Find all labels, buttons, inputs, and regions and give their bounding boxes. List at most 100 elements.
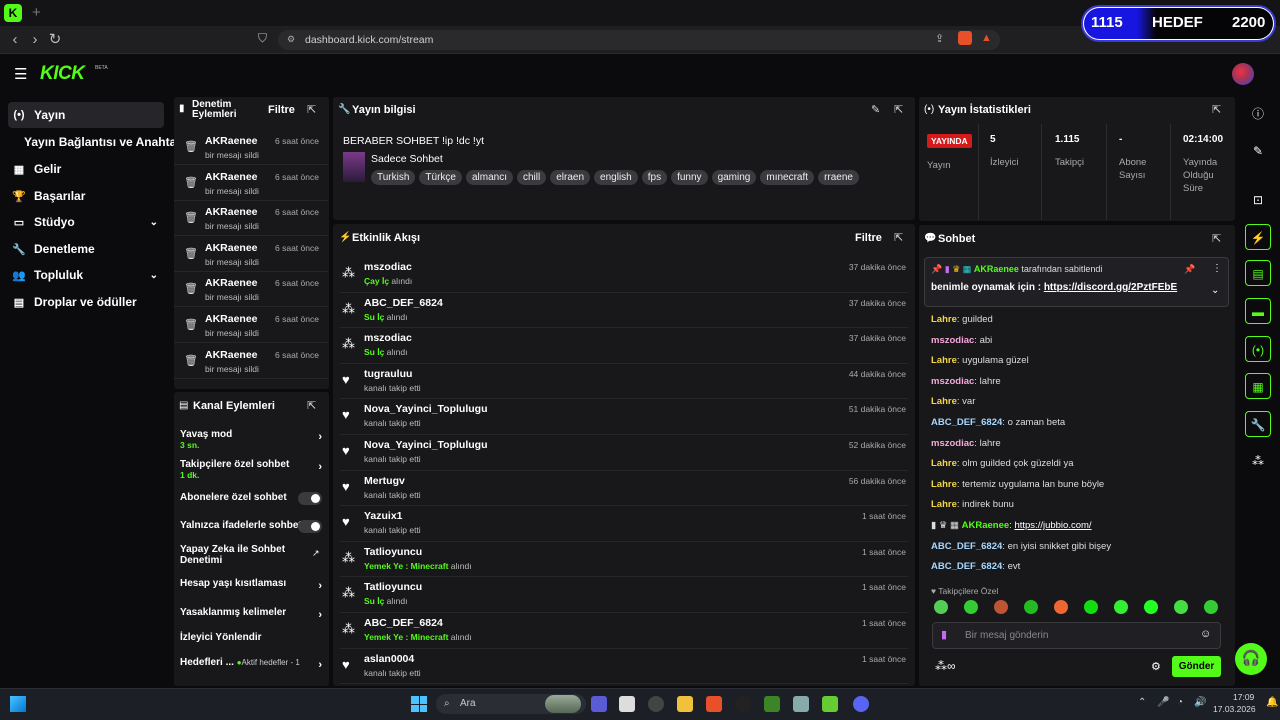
sub-chat-toggle[interactable]	[298, 492, 322, 505]
clock-time[interactable]: 17:09	[1233, 692, 1254, 702]
event-username[interactable]: Yazuix1	[364, 510, 403, 522]
external-link-icon[interactable]: ↗	[312, 548, 320, 559]
tag-chip[interactable]: english	[594, 170, 638, 185]
tag-chip[interactable]: mınecraft	[760, 170, 815, 185]
chat-username[interactable]: Lahre	[931, 479, 957, 490]
widgets-icon[interactable]	[10, 696, 26, 712]
moderator-name[interactable]: AKRaenee	[205, 171, 258, 183]
emote-chat-toggle[interactable]	[298, 520, 322, 533]
moderation-row[interactable]: 🗑 AKRaenee 6 saat önce bir mesajı sildi	[174, 309, 328, 343]
moderator-name[interactable]: AKRaenee	[205, 349, 258, 361]
emote-icon[interactable]	[1084, 600, 1098, 614]
app-icon[interactable]	[648, 696, 664, 712]
bookmark-icon[interactable]: ⛉	[258, 31, 267, 46]
emote-icon[interactable]	[994, 600, 1008, 614]
age-restriction-row[interactable]: Hesap yaşı kısıtlaması ›	[180, 578, 322, 592]
volume-icon[interactable]: 🔊	[1194, 697, 1206, 708]
moderator-name[interactable]: AKRaenee	[205, 277, 258, 289]
forward-icon[interactable]: ›	[26, 31, 44, 49]
chat-username[interactable]: Lahre	[931, 499, 957, 510]
emote-icon[interactable]	[1174, 600, 1188, 614]
sidebar-item-gelir[interactable]: ▦ Gelir	[8, 156, 164, 182]
popout-icon[interactable]: ⇱	[307, 103, 316, 116]
url-text[interactable]: dashboard.kick.com/stream	[305, 34, 433, 46]
moderator-name[interactable]: AKRaenee	[205, 135, 258, 147]
event-username[interactable]: Tatlioyuncu	[364, 546, 422, 558]
points-icon[interactable]: ⁂∞	[935, 659, 956, 673]
tag-chip[interactable]: funny	[671, 170, 708, 185]
chat-username[interactable]: mszodiac	[931, 335, 974, 346]
event-username[interactable]: aslan0004	[364, 653, 414, 665]
moderator-name[interactable]: AKRaenee	[205, 313, 258, 325]
popout-icon[interactable]: ⇱	[894, 231, 903, 244]
file-explorer-icon[interactable]	[677, 696, 693, 712]
app-icon[interactable]	[591, 696, 607, 712]
chat-username[interactable]: ABC_DEF_6824	[931, 417, 1002, 428]
document-icon[interactable]: ▤	[1245, 260, 1271, 286]
tag-chip[interactable]: fps	[641, 170, 668, 185]
moderation-row[interactable]: 🗑 AKRaenee 6 saat önce bir mesajı sildi	[174, 202, 328, 237]
popout-icon[interactable]: ⇱	[1212, 232, 1221, 245]
moderation-filter[interactable]: Filtre	[268, 104, 295, 116]
brave-rewards-icon[interactable]: ▲	[981, 32, 992, 44]
pinned-link[interactable]: https://discord.gg/2PztFEbE	[1044, 282, 1177, 293]
minecraft-icon[interactable]	[764, 696, 780, 712]
ai-chat-row[interactable]: Yapay Zeka ile Sohbet Denetimi	[180, 544, 310, 566]
emote-icon[interactable]	[1054, 600, 1068, 614]
tag-chip[interactable]: rraene	[818, 170, 859, 185]
chat-username[interactable]: ABC_DEF_6824	[931, 561, 1002, 572]
app-icon[interactable]	[619, 696, 635, 712]
share-icon[interactable]: ⇪	[935, 32, 944, 45]
wifi-icon[interactable]: ◔	[1177, 697, 1183, 708]
user-avatar[interactable]	[1232, 63, 1254, 85]
moderation-row[interactable]: 🗑 AKRaenee 6 saat önce bir mesajı sildi	[174, 131, 328, 165]
popout-icon[interactable]: ⇱	[1212, 103, 1221, 116]
info-icon[interactable]: ⓘ	[1245, 101, 1271, 127]
discord-icon[interactable]	[853, 696, 869, 712]
event-username[interactable]: Tatlioyuncu	[364, 581, 422, 593]
sidebar-item-basarilar[interactable]: 🏆 Başarılar	[8, 183, 164, 209]
tag-chip[interactable]: gaming	[711, 170, 757, 185]
menu-icon[interactable]: ☰	[14, 65, 27, 83]
emote-icon[interactable]	[964, 600, 978, 614]
event-username[interactable]: Nova_Yayinci_Toplulugu	[364, 439, 488, 451]
emote-icon[interactable]	[1024, 600, 1038, 614]
sidebar-item-studyo[interactable]: ▭ Stüdyo ⌄	[8, 209, 164, 235]
event-username[interactable]: ABC_DEF_6824	[364, 617, 443, 629]
kick-tab[interactable]: K	[4, 4, 22, 22]
sidebar-item-droplar[interactable]: ▤ Droplar ve ödüller	[8, 289, 164, 315]
chat-username[interactable]: mszodiac	[931, 438, 974, 449]
chat-username[interactable]: AKRaenee	[962, 520, 1010, 531]
app-icon[interactable]	[822, 696, 838, 712]
moderation-row[interactable]: 🗑 AKRaenee 6 saat önce bir mesajı sildi	[174, 273, 328, 308]
moderator-name[interactable]: AKRaenee	[205, 206, 258, 218]
app-icon[interactable]	[793, 696, 809, 712]
brave-icon[interactable]	[706, 696, 722, 712]
event-username[interactable]: ABC_DEF_6824	[364, 297, 443, 309]
tag-chip[interactable]: almancı	[465, 170, 513, 185]
points-icon[interactable]: ⁂	[1245, 448, 1271, 474]
chat-username[interactable]: mszodiac	[931, 376, 974, 387]
capture-icon[interactable]: ⊡	[1245, 187, 1271, 213]
clock-date[interactable]: 17.03.2026	[1213, 704, 1256, 714]
kick-logo[interactable]: KICK	[40, 63, 85, 85]
chat-username[interactable]: Lahre	[931, 458, 957, 469]
viewer-redirect-row[interactable]: İzleyici Yönlendir	[180, 632, 322, 643]
edit-icon[interactable]: ✎	[871, 103, 880, 116]
event-filter[interactable]: Filtre	[855, 232, 882, 244]
sidebar-item-stream-key[interactable]: Yayın Bağlantısı ve Anahtarı	[20, 129, 184, 155]
event-username[interactable]: Nova_Yayinci_Toplulugu	[364, 403, 488, 415]
moderation-row[interactable]: 🗑 AKRaenee 6 saat önce bir mesajı sildi	[174, 345, 328, 379]
banned-words-row[interactable]: Yasaklanmış kelimeler ›	[180, 607, 322, 621]
unpin-icon[interactable]: 📌	[1184, 264, 1195, 275]
more-icon[interactable]: ⋮	[1212, 263, 1222, 274]
emote-icon[interactable]	[1144, 600, 1158, 614]
new-tab-button[interactable]: +	[32, 4, 41, 21]
edit-icon[interactable]: ✎	[1245, 138, 1271, 164]
chat-username[interactable]: Lahre	[931, 355, 957, 366]
follower-chat-row[interactable]: Takipçilere özel sohbet 1 dk. ›	[180, 459, 322, 480]
notification-icon[interactable]: 🔔	[1266, 697, 1278, 708]
back-icon[interactable]: ‹	[6, 31, 24, 49]
tag-chip[interactable]: Türkçe	[419, 170, 462, 185]
sidebar-item-topluluk[interactable]: 👥 Topluluk ⌄	[8, 262, 164, 288]
